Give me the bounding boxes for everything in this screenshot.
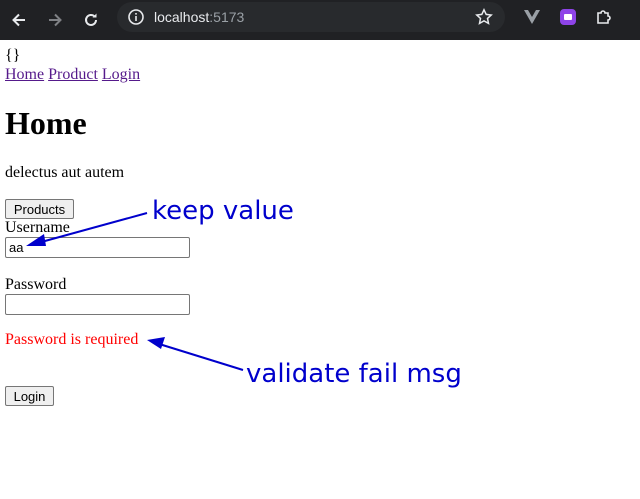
username-label: Username [5, 219, 70, 236]
password-label: Password [5, 276, 67, 293]
url-host: localhost [154, 9, 210, 25]
vue-devtools-icon[interactable] [523, 8, 541, 26]
password-input[interactable] [5, 294, 190, 315]
site-info-icon[interactable] [127, 8, 145, 26]
address-bar[interactable]: localhost:5173 [117, 2, 505, 32]
nav-link-login[interactable]: Login [102, 66, 140, 83]
extension-icon[interactable] [559, 8, 577, 26]
description-text: delectus aut autem [5, 164, 125, 181]
url-text: localhost:5173 [154, 8, 244, 26]
forward-arrow-icon [49, 13, 62, 27]
back-arrow-icon [12, 13, 25, 27]
annotation-keep-value: keep value [152, 196, 294, 226]
back-button[interactable] [4, 5, 34, 35]
page-title: Home [5, 105, 87, 141]
reload-icon [85, 13, 97, 26]
braces-text: {} [5, 47, 21, 64]
forward-button[interactable] [40, 5, 70, 35]
password-error-message: Password is required [5, 331, 139, 348]
browser-toolbar: localhost:5173 [0, 0, 640, 40]
login-button[interactable]: Login [5, 386, 54, 406]
nav-link-home[interactable]: Home [5, 66, 44, 83]
username-input[interactable]: aa [5, 237, 190, 258]
nav-link-product[interactable]: Product [48, 66, 98, 83]
page-content: {} Home Product Login Home delectus aut … [0, 40, 640, 499]
url-port: :5173 [209, 9, 245, 25]
star-icon[interactable] [475, 8, 493, 26]
annotation-validate-fail: validate fail msg [246, 359, 462, 389]
reload-button[interactable] [76, 5, 106, 35]
products-button[interactable]: Products [5, 199, 74, 219]
puzzle-icon[interactable] [595, 8, 613, 26]
top-nav: Home Product Login [5, 66, 140, 84]
